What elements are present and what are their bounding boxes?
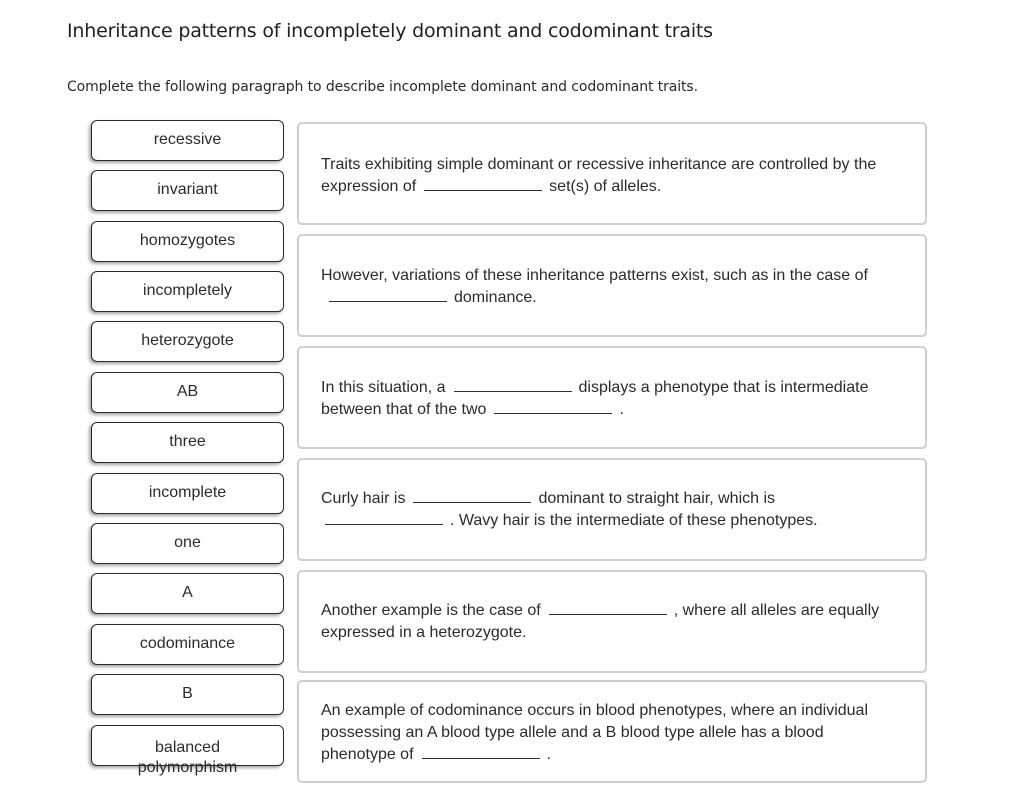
sentence-part: In this situation, a bbox=[321, 379, 446, 396]
word-chip-label: B bbox=[182, 684, 193, 702]
word-chip-label: incomplete bbox=[148, 483, 227, 501]
word-chip-codominance[interactable]: codominance bbox=[91, 624, 284, 665]
sentence-part: . Wavy hair is the intermediate of these… bbox=[450, 512, 818, 529]
drop-blank[interactable] bbox=[413, 488, 532, 503]
sentence-box-5: Another example is the case of, where al… bbox=[297, 570, 927, 673]
word-chip-label: incompletely bbox=[143, 281, 232, 299]
sentence-text: However, variations of these inheritance… bbox=[321, 265, 901, 309]
word-chip-label: one bbox=[174, 533, 201, 551]
word-chip-label: heterozygote bbox=[141, 331, 234, 349]
sentence-box-6: An example of codominance occurs in bloo… bbox=[297, 680, 927, 783]
word-chip-heterozygote[interactable]: heterozygote bbox=[91, 321, 284, 362]
word-chip-label: A bbox=[182, 583, 193, 601]
sentence-part: dominance. bbox=[454, 289, 537, 306]
instructions-text: Complete the following paragraph to desc… bbox=[67, 79, 698, 95]
word-chip-incompletely[interactable]: incompletely bbox=[91, 271, 284, 312]
drop-blank[interactable] bbox=[494, 399, 613, 414]
word-chip-a[interactable]: A bbox=[91, 573, 284, 614]
drop-blank[interactable] bbox=[424, 176, 543, 191]
sentence-part: dominant to straight hair, which is bbox=[538, 490, 776, 507]
word-chip-one[interactable]: one bbox=[91, 523, 284, 564]
sentence-box-4: Curly hair is dominant to straight hair, … bbox=[297, 458, 927, 561]
sentence-text: Curly hair is dominant to straight hair, … bbox=[321, 488, 901, 532]
drop-blank[interactable] bbox=[421, 744, 540, 759]
sentence-text: In this situation, a displays a phenotype… bbox=[321, 377, 901, 421]
drop-blank[interactable] bbox=[453, 377, 572, 392]
word-chip-ab[interactable]: AB bbox=[91, 372, 284, 413]
sentence-part: . bbox=[546, 746, 551, 763]
page-title: Inheritance patterns of incompletely dom… bbox=[67, 20, 713, 42]
word-chip-homozygotes[interactable]: homozygotes bbox=[91, 221, 284, 262]
word-chip-b[interactable]: B bbox=[91, 674, 284, 715]
word-chip-recessive[interactable]: recessive bbox=[91, 120, 284, 161]
sentence-text: Another example is the case of, where al… bbox=[321, 600, 901, 644]
sentence-box-2: However, variations of these inheritance… bbox=[297, 234, 927, 337]
sentence-part: However, variations of these inheritance… bbox=[321, 267, 868, 284]
word-chip-invariant[interactable]: invariant bbox=[91, 170, 284, 211]
word-chip-three[interactable]: three bbox=[91, 422, 284, 463]
sentence-part: An example of codominance occurs in bloo… bbox=[321, 702, 869, 763]
sentence-box-3: In this situation, a displays a phenotype… bbox=[297, 346, 927, 449]
word-chip-label: AB bbox=[176, 382, 199, 400]
sentence-text: An example of codominance occurs in bloo… bbox=[321, 700, 901, 766]
sentence-box-1: Traits exhibiting simple dominant or rec… bbox=[297, 122, 927, 225]
drop-blank[interactable] bbox=[325, 510, 443, 525]
word-chip-label: three bbox=[169, 432, 206, 450]
sentence-part: . bbox=[619, 401, 624, 418]
sentence-part: Curly hair is bbox=[321, 490, 406, 507]
word-chip-label: homozygotes bbox=[139, 231, 236, 249]
drop-blank[interactable] bbox=[329, 287, 447, 302]
word-chip-label: codominance bbox=[139, 634, 236, 652]
drop-blank[interactable] bbox=[548, 600, 667, 615]
word-chip-balanced-polymorphism[interactable]: balanced polymorphism bbox=[91, 725, 284, 776]
word-chip-incomplete[interactable]: incomplete bbox=[91, 473, 284, 514]
sentence-text: Traits exhibiting simple dominant or rec… bbox=[321, 154, 901, 198]
sentence-part: Another example is the case of bbox=[321, 602, 541, 619]
sentence-part: set(s) of alleles. bbox=[549, 178, 662, 195]
word-chip-label: invariant bbox=[157, 180, 218, 198]
word-chip-label: recessive bbox=[153, 130, 222, 148]
word-chip-label: balanced polymorphism bbox=[137, 739, 238, 776]
